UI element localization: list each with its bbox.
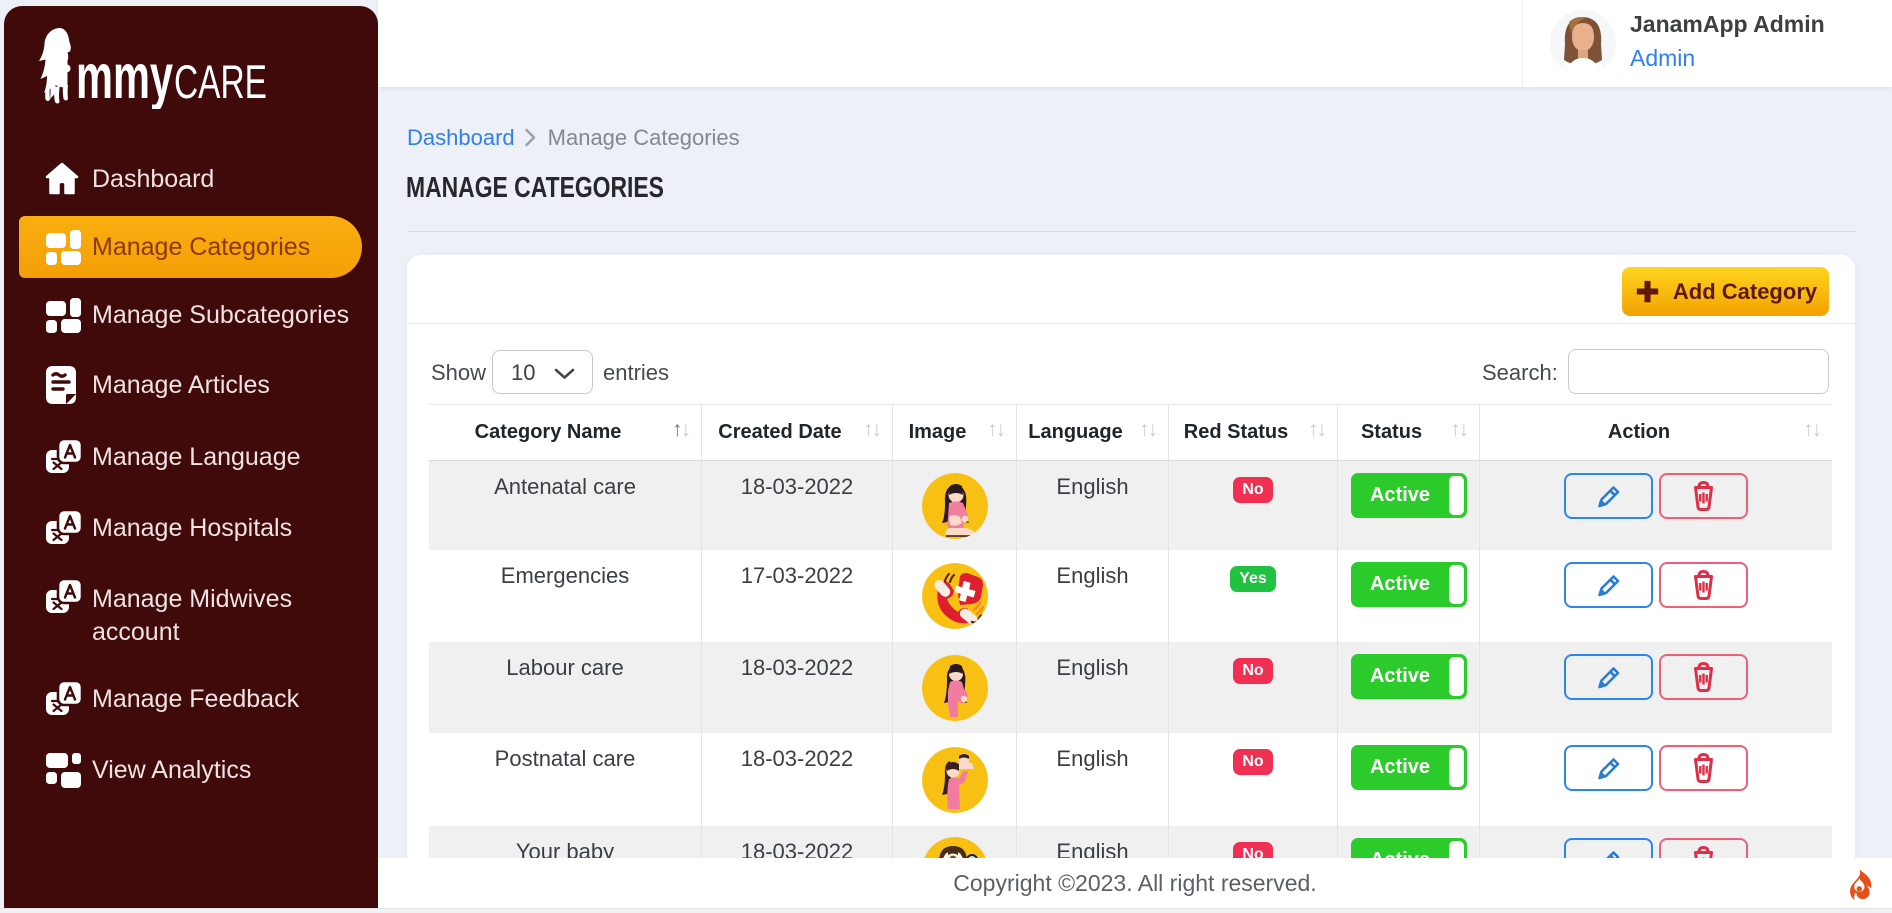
- svg-text:mmy: mmy: [76, 42, 173, 109]
- svg-text:CARE: CARE: [174, 55, 267, 108]
